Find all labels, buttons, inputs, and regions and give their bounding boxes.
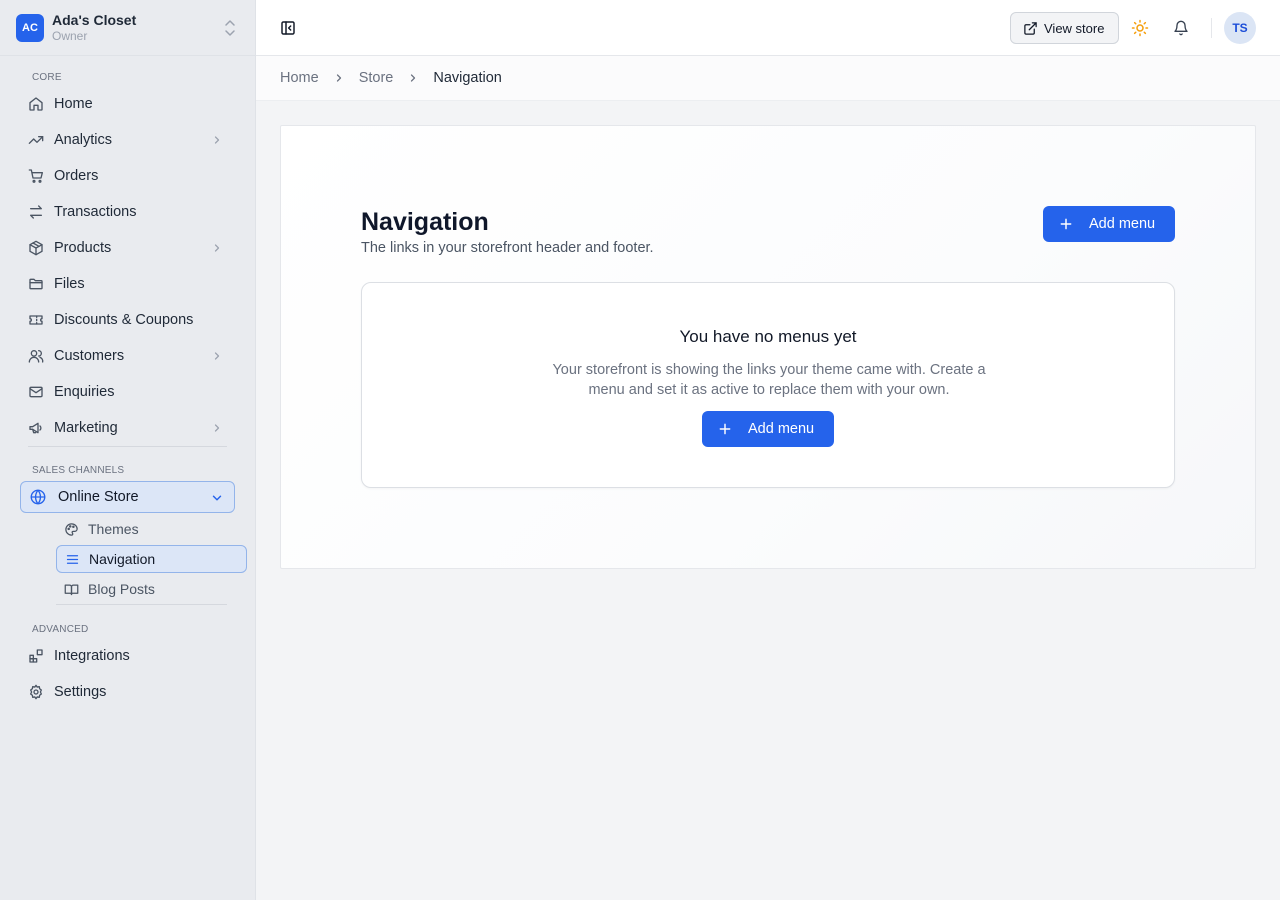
gear-icon bbox=[28, 684, 44, 700]
chevron-right-icon bbox=[211, 242, 223, 254]
sidebar-subitem-label: Themes bbox=[88, 521, 139, 537]
sidebar-subitem-label: Navigation bbox=[89, 551, 156, 567]
sidebar-item-label: Enquiries bbox=[54, 384, 115, 400]
sidebar-item-label: Marketing bbox=[54, 420, 118, 436]
chevron-right-icon bbox=[211, 422, 223, 434]
breadcrumb-current: Navigation bbox=[433, 70, 502, 86]
menu-lines-icon bbox=[65, 552, 80, 567]
chevron-right-icon bbox=[211, 350, 223, 362]
chevron-down-icon bbox=[210, 491, 224, 505]
external-link-icon bbox=[1023, 21, 1038, 36]
book-open-icon bbox=[64, 582, 79, 597]
cart-icon bbox=[28, 168, 44, 184]
folder-icon bbox=[28, 276, 44, 292]
sidebar-item-label: Analytics bbox=[54, 132, 113, 148]
sidebar-item-online-store[interactable]: Online Store bbox=[20, 481, 235, 513]
sidebar-item-label: Orders bbox=[54, 168, 99, 184]
sidebar-item-marketing[interactable]: Marketing bbox=[20, 412, 235, 444]
mail-icon bbox=[28, 384, 44, 400]
chevron-right-icon bbox=[211, 134, 223, 146]
arrows-left-right-icon bbox=[28, 204, 44, 220]
empty-state: You have no menus yet Your storefront is… bbox=[361, 282, 1175, 488]
sidebar-subitem-blog-posts[interactable]: Blog Posts bbox=[56, 575, 247, 603]
add-menu-label: Add menu bbox=[748, 421, 815, 437]
sidebar-item-label: Home bbox=[54, 96, 93, 112]
store-avatar: AC bbox=[16, 13, 44, 42]
sidebar-item-label: Settings bbox=[54, 684, 107, 700]
breadcrumb: Home Store Navigation bbox=[256, 56, 1280, 101]
sidebar-item-label: Integrations bbox=[54, 648, 130, 664]
page-title: Navigation bbox=[361, 208, 489, 236]
page-subtitle: The links in your storefront header and … bbox=[361, 240, 654, 256]
sidebar-item-label: Online Store bbox=[58, 489, 139, 505]
sidebar-item-label: Transactions bbox=[54, 204, 137, 220]
blocks-icon bbox=[28, 648, 44, 664]
globe-icon bbox=[29, 488, 47, 506]
sidebar-item-files[interactable]: Files bbox=[20, 268, 235, 300]
sidebar-item-settings[interactable]: Settings bbox=[20, 676, 235, 708]
sidebar-item-enquiries[interactable]: Enquiries bbox=[20, 376, 235, 408]
sidebar-item-discounts[interactable]: Discounts & Coupons bbox=[20, 304, 235, 336]
home-icon bbox=[28, 96, 44, 112]
sidebar-item-integrations[interactable]: Integrations bbox=[20, 640, 235, 672]
section-label-advanced: ADVANCED bbox=[32, 624, 89, 635]
add-menu-label: Add menu bbox=[1089, 216, 1156, 232]
store-name: Ada's Closet bbox=[52, 11, 137, 28]
plus-icon bbox=[1059, 217, 1073, 231]
view-store-label: View store bbox=[1044, 20, 1105, 36]
ticket-icon bbox=[28, 312, 44, 328]
breadcrumb-store[interactable]: Store bbox=[359, 70, 394, 86]
add-menu-button[interactable]: Add menu bbox=[1043, 206, 1175, 242]
sidebar-divider bbox=[28, 446, 227, 447]
sidebar-item-home[interactable]: Home bbox=[20, 88, 235, 120]
topbar: View store TS bbox=[256, 0, 1280, 56]
breadcrumb-home[interactable]: Home bbox=[280, 70, 319, 86]
store-role: Owner bbox=[52, 28, 88, 43]
empty-state-title: You have no menus yet bbox=[679, 327, 857, 346]
sidebar: AC Ada's Closet Owner CORE Home Analytic… bbox=[0, 0, 256, 900]
view-store-button[interactable]: View store bbox=[1010, 12, 1119, 44]
sidebar-item-customers[interactable]: Customers bbox=[20, 340, 235, 372]
section-label-sales-channels: SALES CHANNELS bbox=[32, 465, 125, 476]
chevron-right-icon bbox=[407, 72, 419, 84]
users-icon bbox=[28, 348, 44, 364]
avatar[interactable]: TS bbox=[1224, 12, 1256, 44]
empty-add-menu-button[interactable]: Add menu bbox=[702, 411, 834, 447]
bell-icon[interactable] bbox=[1173, 19, 1189, 37]
chevrons-up-down-icon bbox=[223, 16, 237, 40]
chevron-right-icon bbox=[333, 72, 345, 84]
sidebar-subitem-themes[interactable]: Themes bbox=[56, 515, 247, 543]
section-label-core: CORE bbox=[32, 72, 62, 83]
store-switcher[interactable]: AC Ada's Closet Owner bbox=[0, 0, 255, 56]
sidebar-item-label: Customers bbox=[54, 348, 125, 364]
sidebar-item-products[interactable]: Products bbox=[20, 232, 235, 264]
sidebar-item-label: Products bbox=[54, 240, 112, 256]
sidebar-subitem-label: Blog Posts bbox=[88, 581, 155, 597]
topbar-divider bbox=[1211, 18, 1212, 38]
sidebar-divider bbox=[56, 604, 227, 605]
sidebar-subitem-navigation[interactable]: Navigation bbox=[56, 545, 247, 573]
sidebar-item-label: Files bbox=[54, 276, 85, 292]
megaphone-icon bbox=[28, 420, 44, 436]
sidebar-item-analytics[interactable]: Analytics bbox=[20, 124, 235, 156]
palette-icon bbox=[64, 522, 79, 537]
plus-icon bbox=[718, 422, 732, 436]
empty-state-description: Your storefront is showing the links you… bbox=[552, 362, 986, 398]
sidebar-item-orders[interactable]: Orders bbox=[20, 160, 235, 192]
sun-icon[interactable] bbox=[1131, 19, 1149, 37]
main-panel: Navigation The links in your storefront … bbox=[280, 125, 1256, 569]
sidebar-item-label: Discounts & Coupons bbox=[54, 312, 194, 328]
package-icon bbox=[28, 240, 44, 256]
sidebar-toggle-icon[interactable] bbox=[280, 20, 296, 36]
sidebar-item-transactions[interactable]: Transactions bbox=[20, 196, 235, 228]
trending-up-icon bbox=[28, 132, 44, 148]
